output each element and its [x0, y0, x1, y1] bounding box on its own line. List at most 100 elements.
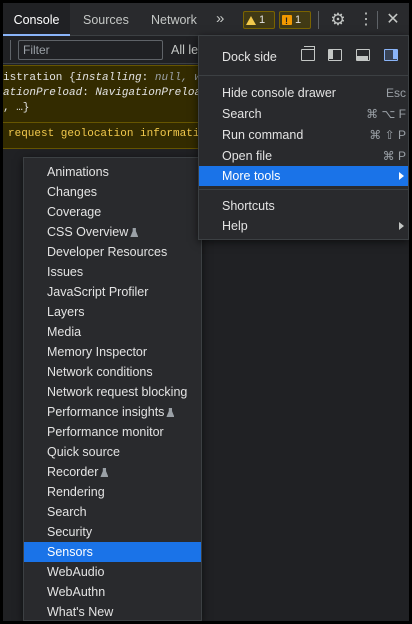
menu-item-label: Developer Resources: [47, 245, 168, 259]
flask-icon: [100, 468, 109, 477]
search-item[interactable]: Search ⌘ ⌥ F: [199, 104, 408, 124]
issues-badge[interactable]: 1: [279, 11, 311, 30]
more-tools-item[interactable]: Media: [24, 322, 201, 342]
tab-sources[interactable]: Sources: [83, 3, 129, 36]
issues-count: 1: [295, 14, 302, 26]
menu-item-label: More tools: [222, 169, 281, 183]
menu-item-shortcut: Esc: [385, 86, 406, 100]
message-text: :: [141, 72, 155, 84]
toolbar-divider: [377, 11, 378, 29]
warnings-count: 1: [259, 14, 266, 26]
kebab-icon[interactable]: ⋮: [358, 10, 374, 30]
menu-item-label: Performance insights: [47, 405, 165, 419]
dock-right-icon[interactable]: [384, 49, 398, 61]
more-tools-item[interactable]: Search: [24, 502, 201, 522]
more-tools-item[interactable]: WebAudio: [24, 562, 201, 582]
menu-item-label: Animations: [47, 165, 109, 179]
more-tabs-button[interactable]: »: [216, 3, 224, 35]
more-tools-item[interactable]: Coverage: [24, 202, 201, 222]
help-item[interactable]: Help: [199, 216, 408, 236]
more-tools-item[interactable]: Network request blocking: [24, 382, 201, 402]
more-tools-item[interactable]: Rendering: [24, 482, 201, 502]
more-tools-item[interactable]: Recorder: [24, 462, 201, 482]
message-text: istration {: [3, 72, 76, 84]
hide-console-drawer-item[interactable]: Hide console drawer Esc: [199, 83, 408, 103]
menu-item-label: Sensors: [47, 545, 93, 559]
tab-bar: Console Sources Network » 1 1 ⚙ ⋮ ✕: [3, 3, 409, 36]
filter-input[interactable]: Filter: [18, 40, 163, 60]
menu-item-label: Performance monitor: [47, 425, 164, 439]
shortcuts-item[interactable]: Shortcuts: [199, 196, 408, 216]
warnings-badge[interactable]: 1: [243, 11, 275, 29]
message-text: ationPreload: [3, 87, 83, 99]
menu-item-label: Search: [47, 505, 87, 519]
more-tools-item[interactable]: Animations: [24, 162, 201, 182]
menu-item-label: Quick source: [47, 445, 120, 459]
close-icon[interactable]: ✕: [384, 10, 402, 30]
more-tools-item[interactable]: More tools: [199, 166, 408, 186]
issue-icon: [282, 12, 292, 30]
more-tools-item[interactable]: CSS Overview: [24, 222, 201, 242]
chevron-right-icon: [399, 222, 404, 230]
menu-item-label: Changes: [47, 185, 98, 199]
menu-divider: [199, 189, 408, 190]
menu-item-label: Run command: [222, 128, 304, 142]
message-text: installing: [75, 72, 142, 84]
menu-item-shortcut: ⌘ ⇧ P: [369, 128, 406, 142]
dock-left-icon[interactable]: [328, 49, 342, 61]
more-tools-submenu: Animations Changes Coverage CSS Overview Dev…: [23, 157, 202, 621]
menu-item-label: Help: [222, 219, 248, 233]
more-tools-item[interactable]: Quick source: [24, 442, 201, 462]
undock-icon[interactable]: [301, 46, 315, 61]
warning-icon: [246, 15, 256, 25]
menu-item-label: Rendering: [47, 485, 105, 499]
dock-bottom-icon[interactable]: [356, 49, 370, 61]
more-tools-item[interactable]: JavaScript Profiler: [24, 282, 201, 302]
message-text: NavigationPreloadM: [95, 87, 215, 99]
menu-item-shortcut: ⌘ P: [382, 149, 406, 163]
menu-item-label: Memory Inspector: [47, 345, 148, 359]
menu-divider: [199, 75, 408, 76]
gear-icon[interactable]: ⚙: [328, 10, 348, 30]
more-tools-item[interactable]: Issues: [24, 262, 201, 282]
menu-item-label: WebAudio: [47, 565, 105, 579]
menu-item-label: Search: [222, 107, 262, 121]
more-tools-item[interactable]: WebAuthn: [24, 582, 201, 602]
message-text: :: [82, 87, 96, 99]
menu-item-label: Layers: [47, 305, 85, 319]
devtools-window: Console Sources Network » 1 1 ⚙ ⋮ ✕ Filt…: [3, 3, 409, 621]
more-tools-item[interactable]: Performance insights: [24, 402, 201, 422]
more-tools-item[interactable]: Developer Resources: [24, 242, 201, 262]
toolbar-divider: [318, 11, 319, 29]
menu-item-label: Security: [47, 525, 93, 539]
flask-icon: [166, 408, 175, 417]
flask-icon: [130, 228, 139, 237]
more-tools-item[interactable]: Memory Inspector: [24, 342, 201, 362]
menu-item-label: Media: [47, 325, 82, 339]
tab-console[interactable]: Console: [3, 3, 70, 36]
menu-item-shortcut: ⌘ ⌥ F: [366, 107, 406, 121]
menu-item-label: Shortcuts: [222, 199, 275, 213]
log-levels-dropdown[interactable]: All le: [171, 43, 198, 57]
more-tools-item[interactable]: Performance monitor: [24, 422, 201, 442]
more-tools-item[interactable]: Layers: [24, 302, 201, 322]
run-command-item[interactable]: Run command ⌘ ⇧ P: [199, 125, 408, 145]
open-file-item[interactable]: Open file ⌘ P: [199, 146, 408, 166]
message-text: null: [154, 72, 182, 84]
menu-item-label: Recorder: [47, 465, 99, 479]
more-tools-item[interactable]: What's New: [24, 602, 201, 621]
chevron-right-icon: [399, 172, 404, 180]
menu-item-label: Network request blocking: [47, 385, 188, 399]
menu-item-label: WebAuthn: [47, 585, 106, 599]
main-menu: Dock side Hide console drawer Esc Search…: [198, 35, 409, 240]
more-tools-item[interactable]: Security: [24, 522, 201, 542]
more-tools-item[interactable]: Network conditions: [24, 362, 201, 382]
menu-item-label: JavaScript Profiler: [47, 285, 149, 299]
menu-item-label: Hide console drawer: [222, 86, 336, 100]
menu-item-label: Coverage: [47, 205, 102, 219]
toolbar-divider: [3, 40, 11, 60]
menu-item-label: What's New: [47, 605, 114, 619]
tab-network[interactable]: Network: [151, 3, 197, 36]
more-tools-item[interactable]: Changes: [24, 182, 201, 202]
more-tools-item[interactable]: Sensors: [24, 542, 201, 562]
